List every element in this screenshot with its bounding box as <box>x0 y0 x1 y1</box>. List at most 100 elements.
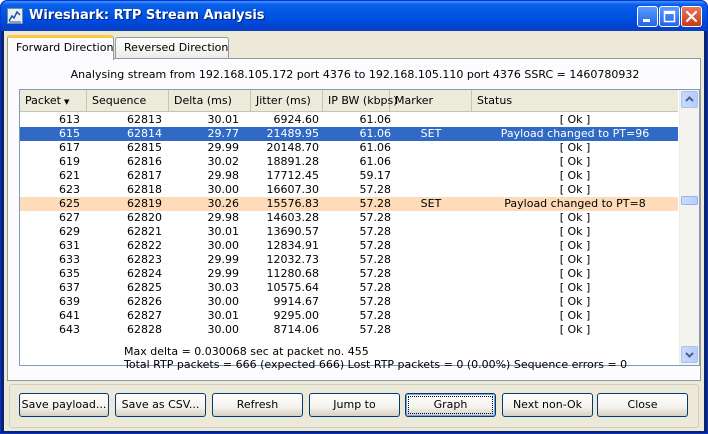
column-header-packet[interactable]: Packet ▼ <box>20 90 87 112</box>
marker-cell <box>390 155 472 169</box>
jump-to-button[interactable]: Jump to <box>309 393 400 417</box>
jitter-cell: 11280.68 <box>266 267 320 280</box>
table-row[interactable]: 631 62822 30.00 12834.91 57.28 [ Ok ] <box>20 239 678 253</box>
sequence-cell: 62813 <box>127 113 162 126</box>
marker-cell <box>390 253 472 267</box>
max-delta-text: Max delta = 0.030068 sec at packet no. 4… <box>124 345 369 358</box>
delta-cell: 29.99 <box>207 267 240 280</box>
marker-cell <box>390 239 472 253</box>
column-header-sequence[interactable]: Sequence <box>87 90 169 112</box>
packet-cell: 635 <box>59 267 80 280</box>
packet-totals-text: Total RTP packets = 666 (expected 666) L… <box>124 358 628 371</box>
table-row[interactable]: 615 62814 29.77 21489.95 61.06 SET Payload cha… <box>20 127 678 141</box>
delta-cell: 30.02 <box>207 155 240 168</box>
ip-bw-cell: 57.28 <box>359 239 392 252</box>
table-row[interactable]: 617 62815 29.99 20148.70 61.06 [ Ok ] <box>20 141 678 155</box>
table-row[interactable]: 621 62817 29.98 17712.45 59.17 [ Ok ] <box>20 169 678 183</box>
table-row[interactable]: 633 62823 29.99 12032.73 57.28 [ Ok ] <box>20 253 678 267</box>
ip-bw-cell: 57.28 <box>359 281 392 294</box>
table-row[interactable]: 613 62813 30.01 6924.60 61.06 [ Ok ] <box>20 113 678 127</box>
refresh-button[interactable]: Refresh <box>212 393 303 417</box>
delta-cell: 30.01 <box>207 113 240 126</box>
scroll-up-button[interactable] <box>681 91 698 108</box>
sequence-cell: 62823 <box>127 253 162 266</box>
sequence-cell: 62827 <box>127 309 162 322</box>
rtp-packet-table[interactable]: Packet ▼ Sequence Delta (ms) Jitter (ms) … <box>19 89 700 366</box>
packet-cell: 627 <box>59 211 80 224</box>
jitter-cell: 16607.30 <box>266 183 320 196</box>
ip-bw-cell: 61.06 <box>359 155 392 168</box>
status-cell: [ Ok ] <box>559 155 591 168</box>
marker-cell: SET <box>420 127 442 140</box>
ip-bw-cell: 57.28 <box>359 295 392 308</box>
sequence-cell: 62817 <box>127 169 162 182</box>
table-row[interactable]: 627 62820 29.98 14603.28 57.28 [ Ok ] <box>20 211 678 225</box>
jitter-cell: 6924.60 <box>273 113 320 126</box>
packet-cell: 633 <box>59 253 80 266</box>
table-row[interactable]: 619 62816 30.02 18891.28 61.06 [ Ok ] <box>20 155 678 169</box>
sequence-cell: 62820 <box>127 211 162 224</box>
sequence-cell: 62821 <box>127 225 162 238</box>
scroll-down-button[interactable] <box>681 346 698 363</box>
table-row[interactable]: 625 62819 30.26 15576.83 57.28 SET Payload cha… <box>20 197 678 211</box>
jitter-cell: 10575.64 <box>266 281 320 294</box>
jitter-cell: 17712.45 <box>266 169 320 182</box>
sequence-cell: 62815 <box>127 141 162 154</box>
close-button[interactable]: Close <box>597 393 688 417</box>
delta-cell: 29.77 <box>207 127 240 140</box>
ip-bw-cell: 57.28 <box>359 225 392 238</box>
save-as-csv-button[interactable]: Save as CSV... <box>115 393 206 417</box>
stream-statistics: Max delta = 0.030068 sec at packet no. 4… <box>124 345 627 371</box>
ip-bw-cell: 59.17 <box>359 169 392 182</box>
ip-bw-cell: 61.06 <box>359 113 392 126</box>
minimize-button[interactable] <box>637 6 658 27</box>
graph-button[interactable]: Graph <box>405 393 496 417</box>
scrollbar-thumb[interactable] <box>681 196 698 205</box>
tab-forward-direction[interactable]: Forward Direction <box>7 35 114 60</box>
table-row[interactable]: 643 62828 30.00 8714.06 57.28 [ Ok ] <box>20 323 678 337</box>
status-cell: [ Ok ] <box>559 169 591 182</box>
packet-cell: 631 <box>59 239 80 252</box>
marker-cell <box>390 323 472 337</box>
marker-cell <box>390 281 472 295</box>
save-payload-button[interactable]: Save payload... <box>19 393 109 417</box>
jitter-cell: 18891.28 <box>266 155 320 168</box>
status-cell: [ Ok ] <box>559 113 591 126</box>
jitter-cell: 12032.73 <box>266 253 320 266</box>
table-row[interactable]: 623 62818 30.00 16607.30 57.28 [ Ok ] <box>20 183 678 197</box>
packet-cell: 621 <box>59 169 80 182</box>
close-window-button[interactable] <box>681 6 702 27</box>
sequence-cell: 62826 <box>127 295 162 308</box>
table-row[interactable]: 639 62826 30.00 9914.67 57.28 [ Ok ] <box>20 295 678 309</box>
table-row[interactable]: 641 62827 30.01 9295.00 57.28 [ Ok ] <box>20 309 678 323</box>
column-header-delta[interactable]: Delta (ms) <box>169 90 251 112</box>
table-header: Packet ▼ Sequence Delta (ms) Jitter (ms) … <box>20 90 678 112</box>
sequence-cell: 62824 <box>127 267 162 280</box>
column-header-status[interactable]: Status <box>472 90 678 112</box>
ip-bw-cell: 57.28 <box>359 197 392 210</box>
vertical-scrollbar[interactable] <box>679 90 699 365</box>
tab-reversed-direction[interactable]: Reversed Direction <box>115 37 229 59</box>
table-row[interactable]: 629 62821 30.01 13690.57 57.28 [ Ok ] <box>20 225 678 239</box>
marker-cell <box>390 295 472 309</box>
packet-cell: 641 <box>59 309 80 322</box>
jitter-cell: 9295.00 <box>273 309 320 322</box>
sequence-cell: 62814 <box>127 127 162 140</box>
packet-cell: 613 <box>59 113 80 126</box>
table-row[interactable]: 637 62825 30.03 10575.64 57.28 [ Ok ] <box>20 281 678 295</box>
table-row[interactable]: 635 62824 29.99 11280.68 57.28 [ Ok ] <box>20 267 678 281</box>
title-bar[interactable]: Wireshark: RTP Stream Analysis <box>1 1 707 31</box>
next-non-ok-button[interactable]: Next non-Ok <box>502 393 593 417</box>
status-cell: [ Ok ] <box>559 141 591 154</box>
maximize-button[interactable] <box>659 6 680 27</box>
column-header-ip-bw[interactable]: IP BW (kbps) <box>323 90 398 112</box>
column-header-jitter[interactable]: Jitter (ms) <box>251 90 323 112</box>
delta-cell: 29.99 <box>207 253 240 266</box>
column-header-marker[interactable]: Marker <box>390 90 472 112</box>
marker-cell <box>390 183 472 197</box>
marker-cell <box>390 309 472 323</box>
status-cell: Payload changed to PT=96 <box>500 127 650 140</box>
status-cell: Payload changed to PT=8 <box>504 197 646 210</box>
sort-down-icon: ▼ <box>64 98 70 106</box>
delta-cell: 30.03 <box>207 281 240 294</box>
